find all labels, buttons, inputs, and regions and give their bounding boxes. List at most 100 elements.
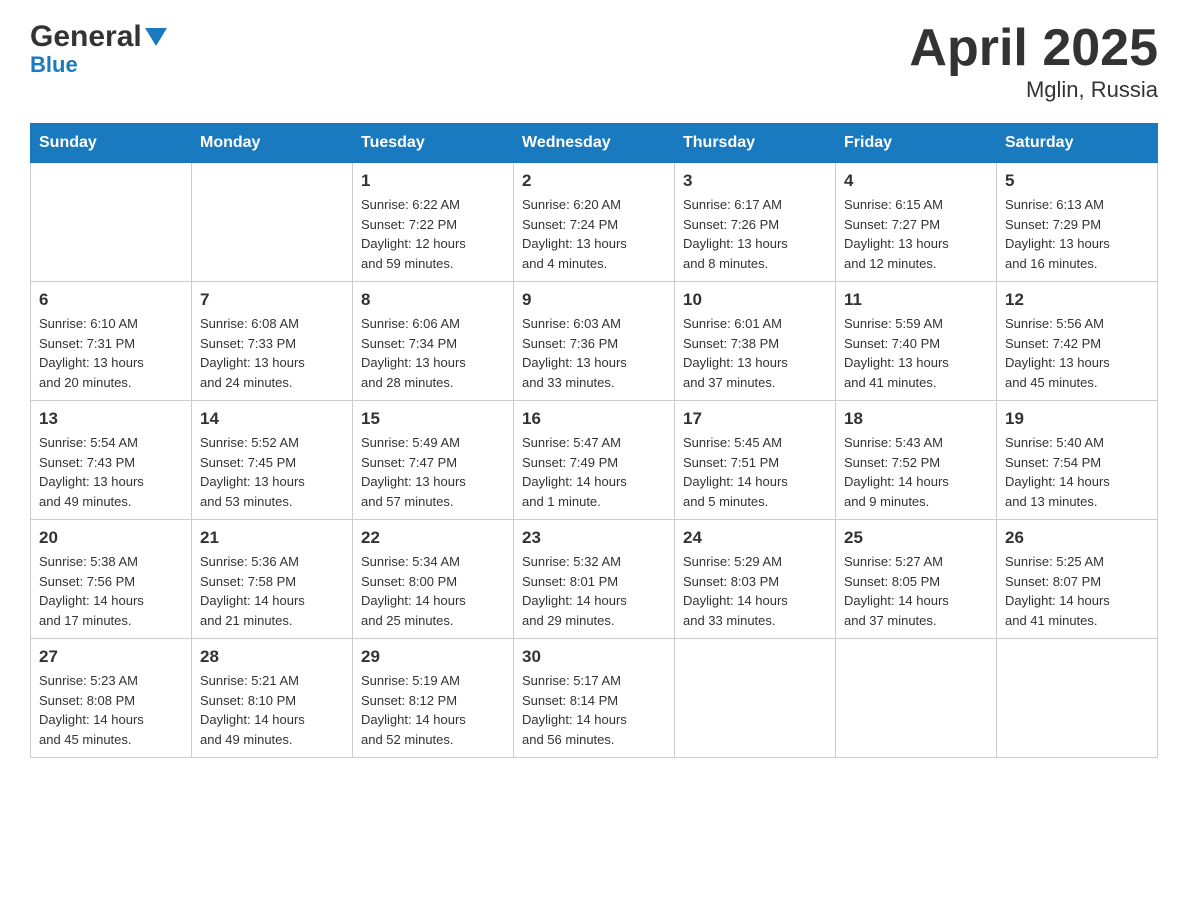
day-info: Sunrise: 6:15 AM Sunset: 7:27 PM Dayligh… [844,195,988,273]
week-row-1: 1 Sunrise: 6:22 AM Sunset: 7:22 PM Daylig… [31,163,1158,282]
header-monday: Monday [192,124,353,163]
day-info: Sunrise: 6:06 AM Sunset: 7:34 PM Dayligh… [361,314,505,392]
day-number: 22 [361,528,505,548]
day-number: 27 [39,647,183,667]
day-cell: 3Sunrise: 6:17 AM Sunset: 7:26 PM Daylig… [675,163,836,282]
day-info: Sunrise: 5:23 AM Sunset: 8:08 PM Dayligh… [39,671,183,749]
day-number: 8 [361,290,505,310]
day-info: Sunrise: 5:17 AM Sunset: 8:14 PM Dayligh… [522,671,666,749]
day-cell [836,639,997,758]
day-info: Sunrise: 5:40 AM Sunset: 7:54 PM Dayligh… [1005,433,1149,511]
day-cell: 27 Sunrise: 5:23 AM Sunset: 8:08 PM Dayli… [31,639,192,758]
week-row-4: 20 Sunrise: 5:38 AM Sunset: 7:56 PM Dayli… [31,520,1158,639]
day-info: Sunrise: 5:29 AM Sunset: 8:03 PM Dayligh… [683,552,827,630]
day-info: Sunrise: 6:01 AM Sunset: 7:38 PM Dayligh… [683,314,827,392]
day-cell: 19 Sunrise: 5:40 AM Sunset: 7:54 PM Dayli… [997,401,1158,520]
day-cell: 21Sunrise: 5:36 AM Sunset: 7:58 PM Dayli… [192,520,353,639]
calendar-title: April 2025 [909,20,1158,77]
day-number: 12 [1005,290,1149,310]
day-info: Sunrise: 5:54 AM Sunset: 7:43 PM Dayligh… [39,433,183,511]
day-number: 30 [522,647,666,667]
day-info: Sunrise: 5:56 AM Sunset: 7:42 PM Dayligh… [1005,314,1149,392]
day-cell: 30 Sunrise: 5:17 AM Sunset: 8:14 PM Dayli… [514,639,675,758]
day-number: 5 [1005,171,1149,191]
day-info: Sunrise: 5:21 AM Sunset: 8:10 PM Dayligh… [200,671,344,749]
logo-blue-text: Blue [30,52,78,78]
day-cell: 2Sunrise: 6:20 AM Sunset: 7:24 PM Daylig… [514,163,675,282]
day-number: 13 [39,409,183,429]
day-cell: 23 Sunrise: 5:32 AM Sunset: 8:01 PM Dayli… [514,520,675,639]
day-number: 16 [522,409,666,429]
header-friday: Friday [836,124,997,163]
day-cell: 15 Sunrise: 5:49 AM Sunset: 7:47 PM Dayli… [353,401,514,520]
day-number: 24 [683,528,827,548]
header-wednesday: Wednesday [514,124,675,163]
day-cell: 28 Sunrise: 5:21 AM Sunset: 8:10 PM Dayli… [192,639,353,758]
day-info: Sunrise: 6:13 AM Sunset: 7:29 PM Dayligh… [1005,195,1149,273]
day-cell: 16 Sunrise: 5:47 AM Sunset: 7:49 PM Dayli… [514,401,675,520]
day-number: 23 [522,528,666,548]
day-number: 1 [361,171,505,191]
day-cell: 7 Sunrise: 6:08 AM Sunset: 7:33 PM Daylig… [192,282,353,401]
day-number: 11 [844,290,988,310]
day-number: 29 [361,647,505,667]
day-info: Sunrise: 5:59 AM Sunset: 7:40 PM Dayligh… [844,314,988,392]
day-number: 18 [844,409,988,429]
day-number: 6 [39,290,183,310]
page-header: General Blue April 2025 Mglin, Russia [30,20,1158,103]
day-info: Sunrise: 6:22 AM Sunset: 7:22 PM Dayligh… [361,195,505,273]
day-cell: 24 Sunrise: 5:29 AM Sunset: 8:03 PM Dayli… [675,520,836,639]
logo-general-text: General [30,20,142,54]
logo: General Blue [30,20,167,78]
header-tuesday: Tuesday [353,124,514,163]
day-cell: 8 Sunrise: 6:06 AM Sunset: 7:34 PM Daylig… [353,282,514,401]
day-info: Sunrise: 5:27 AM Sunset: 8:05 PM Dayligh… [844,552,988,630]
day-cell: 1 Sunrise: 6:22 AM Sunset: 7:22 PM Daylig… [353,163,514,282]
day-cell: 29Sunrise: 5:19 AM Sunset: 8:12 PM Dayli… [353,639,514,758]
day-info: Sunrise: 5:52 AM Sunset: 7:45 PM Dayligh… [200,433,344,511]
day-info: Sunrise: 6:08 AM Sunset: 7:33 PM Dayligh… [200,314,344,392]
day-cell: 14 Sunrise: 5:52 AM Sunset: 7:45 PM Dayli… [192,401,353,520]
day-info: Sunrise: 5:47 AM Sunset: 7:49 PM Dayligh… [522,433,666,511]
week-row-3: 13 Sunrise: 5:54 AM Sunset: 7:43 PM Dayli… [31,401,1158,520]
day-cell: 12 Sunrise: 5:56 AM Sunset: 7:42 PM Dayli… [997,282,1158,401]
day-number: 19 [1005,409,1149,429]
day-info: Sunrise: 5:43 AM Sunset: 7:52 PM Dayligh… [844,433,988,511]
day-info: Sunrise: 5:49 AM Sunset: 7:47 PM Dayligh… [361,433,505,511]
day-number: 15 [361,409,505,429]
title-area: April 2025 Mglin, Russia [909,20,1158,103]
day-number: 17 [683,409,827,429]
day-number: 14 [200,409,344,429]
day-cell: 9 Sunrise: 6:03 AM Sunset: 7:36 PM Daylig… [514,282,675,401]
day-number: 25 [844,528,988,548]
day-info: Sunrise: 5:38 AM Sunset: 7:56 PM Dayligh… [39,552,183,630]
day-cell [31,163,192,282]
day-cell: 10 Sunrise: 6:01 AM Sunset: 7:38 PM Dayli… [675,282,836,401]
day-info: Sunrise: 6:03 AM Sunset: 7:36 PM Dayligh… [522,314,666,392]
day-info: Sunrise: 6:10 AM Sunset: 7:31 PM Dayligh… [39,314,183,392]
day-cell: 20 Sunrise: 5:38 AM Sunset: 7:56 PM Dayli… [31,520,192,639]
day-cell: 6 Sunrise: 6:10 AM Sunset: 7:31 PM Daylig… [31,282,192,401]
day-number: 9 [522,290,666,310]
day-number: 7 [200,290,344,310]
day-cell: 22 Sunrise: 5:34 AM Sunset: 8:00 PM Dayli… [353,520,514,639]
calendar-table: Sunday Monday Tuesday Wednesday Thursday… [30,123,1158,758]
week-row-5: 27 Sunrise: 5:23 AM Sunset: 8:08 PM Dayli… [31,639,1158,758]
day-number: 20 [39,528,183,548]
day-cell: 4 Sunrise: 6:15 AM Sunset: 7:27 PM Daylig… [836,163,997,282]
day-cell: 18 Sunrise: 5:43 AM Sunset: 7:52 PM Dayli… [836,401,997,520]
header-saturday: Saturday [997,124,1158,163]
weekday-header-row: Sunday Monday Tuesday Wednesday Thursday… [31,124,1158,163]
day-info: Sunrise: 5:34 AM Sunset: 8:00 PM Dayligh… [361,552,505,630]
day-info: Sunrise: 5:45 AM Sunset: 7:51 PM Dayligh… [683,433,827,511]
day-number: 28 [200,647,344,667]
day-cell: 11 Sunrise: 5:59 AM Sunset: 7:40 PM Dayli… [836,282,997,401]
day-number: 10 [683,290,827,310]
day-cell [997,639,1158,758]
day-cell: 26Sunrise: 5:25 AM Sunset: 8:07 PM Dayli… [997,520,1158,639]
day-cell: 17 Sunrise: 5:45 AM Sunset: 7:51 PM Dayli… [675,401,836,520]
day-number: 3 [683,171,827,191]
day-number: 4 [844,171,988,191]
day-info: Sunrise: 5:32 AM Sunset: 8:01 PM Dayligh… [522,552,666,630]
day-info: Sunrise: 5:25 AM Sunset: 8:07 PM Dayligh… [1005,552,1149,630]
